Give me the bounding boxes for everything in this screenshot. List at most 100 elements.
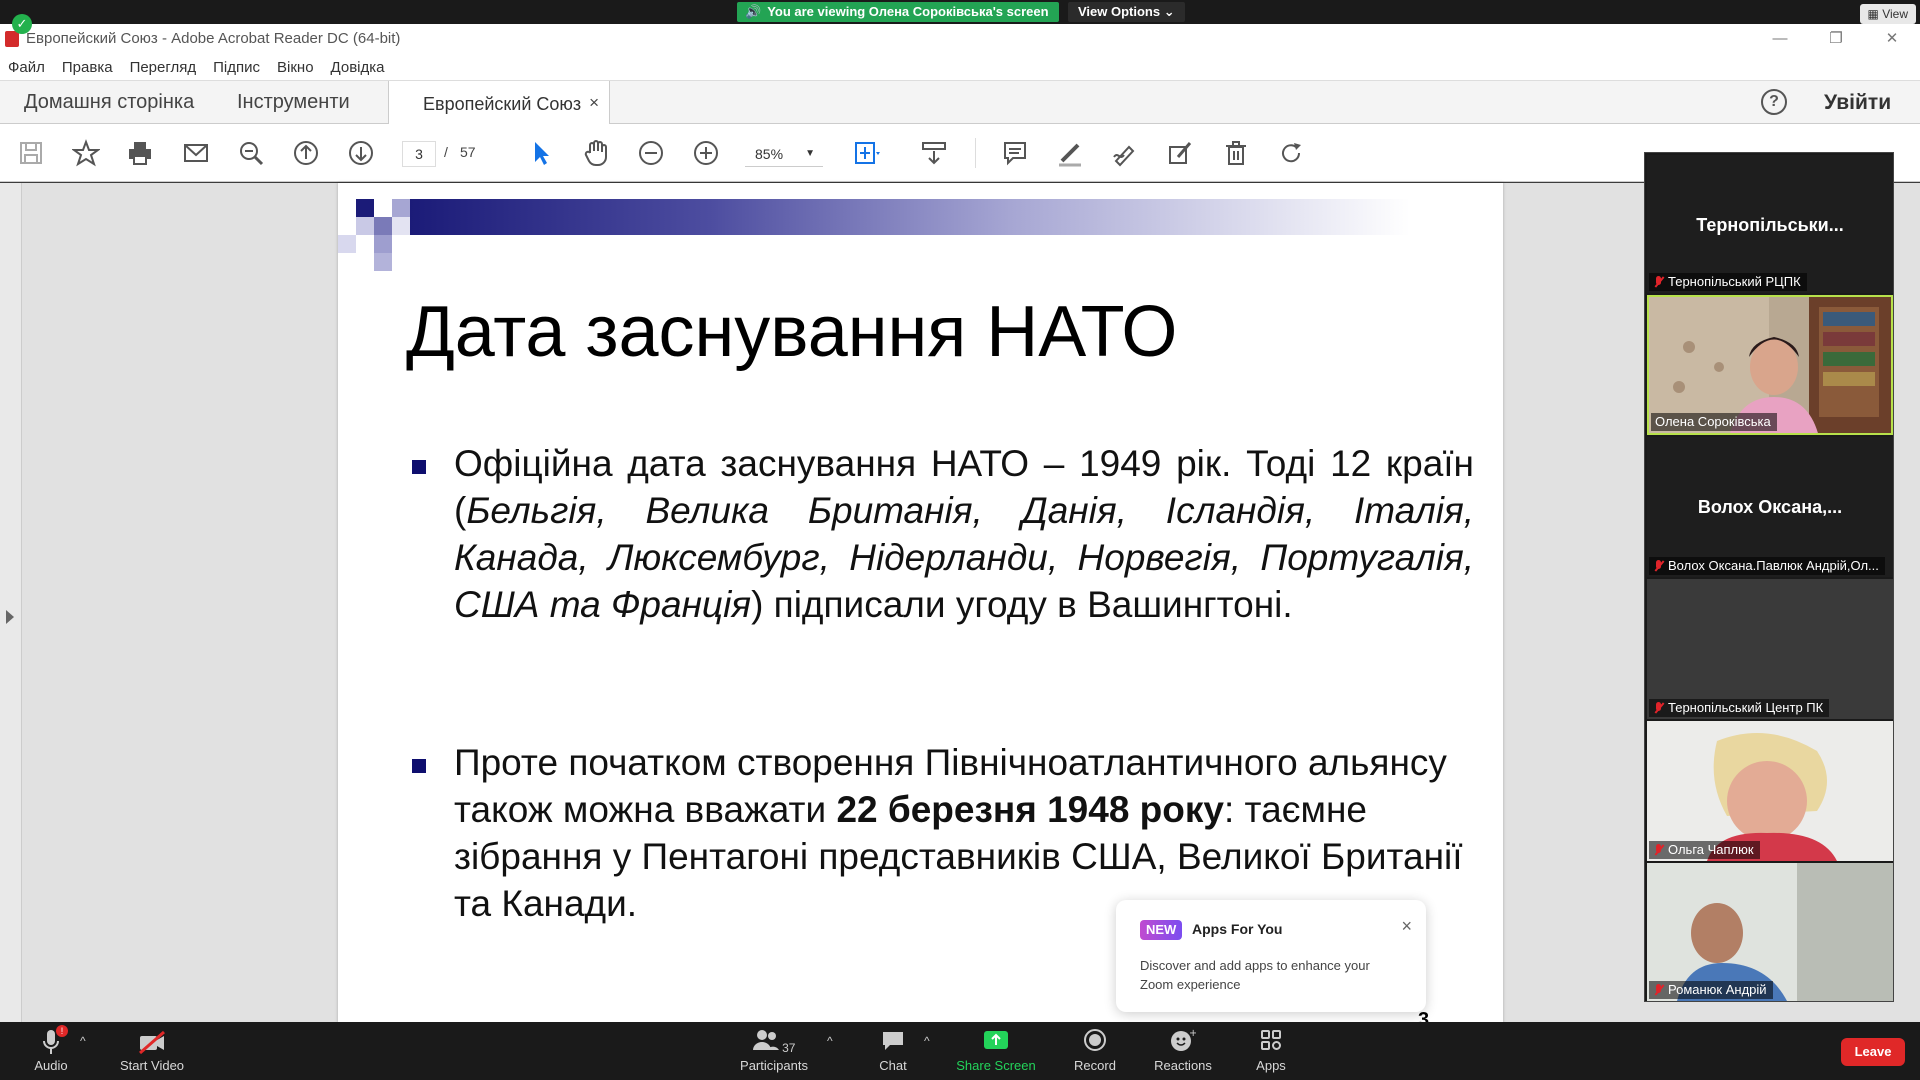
mic-muted-icon bbox=[1653, 701, 1663, 715]
chat-options-caret[interactable]: ^ bbox=[924, 1034, 930, 1048]
record-button[interactable]: Record bbox=[1072, 1028, 1118, 1078]
viewing-text: You are viewing Олена Сороківська's scre… bbox=[767, 4, 1049, 19]
comment-icon[interactable] bbox=[999, 137, 1031, 169]
help-icon[interactable]: ? bbox=[1761, 89, 1787, 115]
participant-tile[interactable]: Волох Оксана,... Волох Оксана.Павлюк Анд… bbox=[1647, 437, 1893, 577]
participant-video-feed bbox=[1647, 721, 1893, 861]
minimize-button[interactable]: — bbox=[1752, 24, 1808, 54]
audio-button[interactable]: ! Audio bbox=[28, 1025, 74, 1078]
window-title: Европейский Союз - Adobe Acrobat Reader … bbox=[26, 30, 401, 47]
mic-muted-icon bbox=[1653, 843, 1663, 857]
video-gallery-panel: Тернопільськи... Тернопільський РЦПК Оле… bbox=[1644, 152, 1894, 1002]
fit-page-icon[interactable] bbox=[850, 137, 882, 169]
menu-edit[interactable]: Правка bbox=[62, 59, 113, 76]
bullet1-text-end: ) підписали угоду в Вашингтоні. bbox=[751, 584, 1293, 625]
apps-grid-icon bbox=[1259, 1028, 1283, 1056]
participants-options-caret[interactable]: ^ bbox=[827, 1034, 833, 1048]
document-tab-label: Европейский Союз bbox=[423, 94, 582, 114]
apps-button[interactable]: Apps bbox=[1250, 1028, 1292, 1078]
participant-video-tile[interactable]: Олена Сороківська bbox=[1647, 295, 1893, 435]
participant-label: Тернопільський Центр ПК bbox=[1649, 699, 1830, 717]
tab-tools[interactable]: Інструменти bbox=[237, 91, 350, 114]
record-icon bbox=[1083, 1028, 1107, 1056]
sign-pen-icon[interactable] bbox=[1109, 137, 1141, 169]
print-icon[interactable] bbox=[124, 137, 156, 169]
view-button[interactable]: ▦ View bbox=[1859, 4, 1916, 24]
decorative-square bbox=[374, 235, 392, 253]
menu-file[interactable]: Файл bbox=[8, 59, 45, 76]
rotate-icon[interactable] bbox=[1275, 137, 1307, 169]
expand-arrow-icon bbox=[6, 610, 14, 624]
audio-options-caret[interactable]: ^ bbox=[80, 1034, 86, 1048]
share-screen-icon bbox=[983, 1028, 1009, 1056]
menu-help[interactable]: Довідка bbox=[331, 59, 385, 76]
menu-view[interactable]: Перегляд bbox=[130, 59, 197, 76]
participant-label: Волох Оксана.Павлюк Андрій,Ол... bbox=[1649, 557, 1885, 575]
previous-page-icon[interactable] bbox=[290, 137, 322, 169]
search-zoom-icon[interactable] bbox=[235, 137, 267, 169]
new-badge: NEW bbox=[1140, 920, 1183, 940]
participants-button[interactable]: 37 Participants bbox=[734, 1028, 814, 1078]
encryption-shield-icon[interactable]: ✓ bbox=[12, 14, 32, 34]
decorative-square bbox=[374, 217, 392, 235]
leave-meeting-button[interactable]: Leave bbox=[1841, 1038, 1905, 1066]
login-button[interactable]: Увійти bbox=[1824, 91, 1891, 115]
select-cursor-icon[interactable] bbox=[525, 137, 557, 169]
zoom-level-select[interactable]: 85% ▼ bbox=[745, 141, 823, 167]
tab-document[interactable]: Европейский Союз × bbox=[388, 81, 610, 125]
zoom-meeting-controls: ! Audio ^ Start Video 37 Participants ^ … bbox=[0, 1022, 1920, 1080]
tab-row: Домашня сторінка Інструменти Европейский… bbox=[0, 80, 1920, 125]
participant-video-tile[interactable]: Романюк Андрій bbox=[1647, 863, 1893, 1001]
decorative-square bbox=[374, 199, 392, 217]
chat-button[interactable]: Chat bbox=[872, 1028, 914, 1078]
scroll-mode-icon[interactable] bbox=[918, 137, 950, 169]
window-title-bar: Европейский Союз - Adobe Acrobat Reader … bbox=[0, 24, 1920, 54]
decorative-square bbox=[374, 253, 392, 271]
menu-bar: Файл Правка Перегляд Підпис Вікно Довідк… bbox=[0, 54, 1920, 80]
save-icon[interactable] bbox=[15, 137, 47, 169]
screen-root: 🔊 You are viewing Олена Сороківська's scr… bbox=[0, 0, 1920, 1080]
menu-window[interactable]: Вікно bbox=[277, 59, 314, 76]
bullet-paragraph-2: Проте початком створення Північноатланти… bbox=[454, 739, 1484, 927]
zoom-out-icon[interactable] bbox=[635, 137, 667, 169]
highlight-pen-icon[interactable] bbox=[1054, 137, 1086, 169]
window-controls: — ❐ ✕ bbox=[1752, 24, 1920, 54]
hand-tool-icon[interactable] bbox=[580, 137, 612, 169]
video-off-icon bbox=[137, 1028, 167, 1056]
start-video-button[interactable]: Start Video bbox=[114, 1028, 190, 1078]
tab-home[interactable]: Домашня сторінка bbox=[24, 91, 194, 114]
participant-label: Романюк Андрій bbox=[1649, 981, 1773, 999]
participant-name-center: Волох Оксана,... bbox=[1697, 497, 1843, 517]
participants-icon: 37 bbox=[749, 1028, 799, 1056]
delete-trash-icon[interactable] bbox=[1220, 137, 1252, 169]
close-tab-icon[interactable]: × bbox=[589, 93, 599, 113]
participant-tile[interactable]: Тернопільський РЦПК bbox=[1647, 269, 1893, 293]
menu-sign[interactable]: Підпис bbox=[213, 59, 260, 76]
bullet-paragraph-1: Офіційна дата заснування НАТО – 1949 рік… bbox=[454, 440, 1474, 628]
speaker-icon: 🔊 bbox=[745, 4, 762, 19]
email-icon[interactable] bbox=[180, 137, 212, 169]
bullet2-bold-date: 22 березня 1948 року bbox=[836, 789, 1224, 830]
participant-video-tile[interactable]: Ольга Чаплюк bbox=[1647, 721, 1893, 861]
zoom-in-icon[interactable] bbox=[690, 137, 722, 169]
participants-count: 37 bbox=[782, 1041, 796, 1055]
zoom-share-banner: 🔊 You are viewing Олена Сороківська's scr… bbox=[0, 0, 1920, 24]
bookmark-star-icon[interactable] bbox=[70, 137, 102, 169]
close-popup-icon[interactable]: × bbox=[1401, 916, 1412, 937]
share-screen-button[interactable]: Share Screen bbox=[956, 1028, 1036, 1078]
reactions-button[interactable]: + Reactions bbox=[1152, 1028, 1214, 1078]
participant-name-center: Тернопільськи... bbox=[1696, 215, 1844, 235]
slide-title: Дата заснування НАТО bbox=[406, 292, 1178, 372]
restore-button[interactable]: ❐ bbox=[1808, 24, 1864, 54]
fill-sign-icon[interactable] bbox=[1164, 137, 1196, 169]
navigation-pane-toggle[interactable] bbox=[0, 183, 22, 1023]
participant-video-tile[interactable]: Тернопільський Центр ПК bbox=[1647, 579, 1893, 719]
apps-for-you-popup[interactable]: NEW Apps For You × Discover and add apps… bbox=[1116, 900, 1426, 1012]
close-window-button[interactable]: ✕ bbox=[1864, 24, 1920, 54]
page-number-input[interactable]: 3 bbox=[402, 141, 436, 167]
page-separator: / bbox=[444, 144, 448, 160]
mic-muted-icon bbox=[1653, 275, 1663, 289]
view-options-button[interactable]: View Options ⌄ bbox=[1068, 2, 1185, 22]
next-page-icon[interactable] bbox=[345, 137, 377, 169]
document-viewport[interactable]: Дата заснування НАТО Офіційна дата засну… bbox=[0, 183, 1920, 1023]
